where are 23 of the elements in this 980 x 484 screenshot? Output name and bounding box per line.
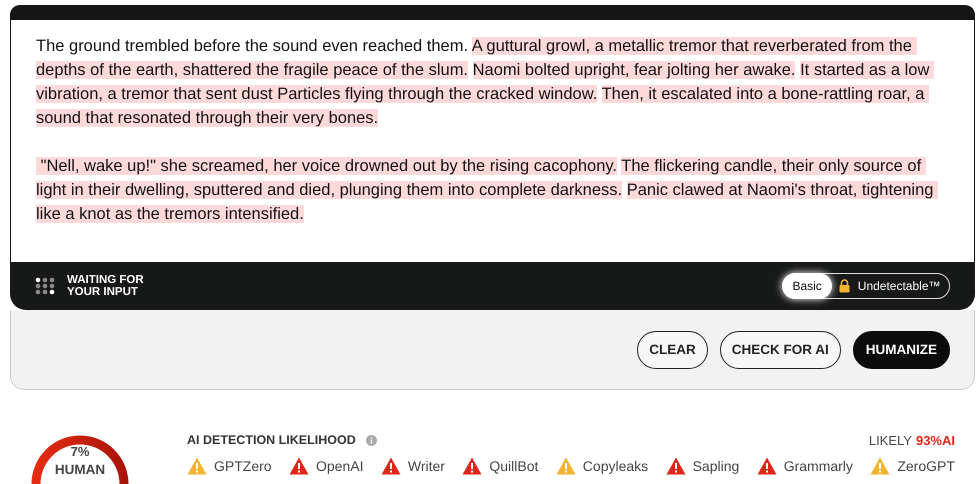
- sentence: Naomi bolted upright, fear jolting her awake.: [472, 61, 796, 79]
- gauge-label: HUMAN: [54, 462, 106, 477]
- action-button[interactable]: HUMANIZE: [852, 330, 950, 368]
- sentence: The ground trembled before the sound even reached them.: [36, 37, 468, 55]
- detector-name: QuillBot: [489, 458, 538, 474]
- text-editor[interactable]: [10, 20, 975, 262]
- detector-name: OpenAI: [316, 458, 364, 474]
- mode-option[interactable]: Basic: [782, 273, 832, 299]
- gauge-value: 7%: [70, 444, 90, 459]
- ai-score: 93%AI: [916, 432, 955, 448]
- section-title: AI DETECTION LIKELIHOOD: [187, 433, 356, 447]
- detector-name: ZeroGPT: [897, 458, 955, 474]
- detector-name: GPTZero: [214, 458, 272, 474]
- dots-icon: [35, 277, 55, 295]
- detector-name: Sapling: [692, 458, 740, 474]
- status-text: WAITING FOR YOUR INPUT: [67, 274, 144, 298]
- detector-name: Writer: [408, 458, 445, 474]
- detector-name: Grammarly: [784, 458, 853, 474]
- detector-name: Copyleaks: [582, 458, 648, 474]
- verdict-label: LIKELY: [868, 432, 912, 448]
- sentence: "Nell, wake up!" she screamed, her voice drowned out by the rising cacophony.: [36, 157, 617, 175]
- action-button[interactable]: CHECK FOR AI: [720, 330, 841, 368]
- action-button[interactable]: CLEAR: [637, 330, 708, 368]
